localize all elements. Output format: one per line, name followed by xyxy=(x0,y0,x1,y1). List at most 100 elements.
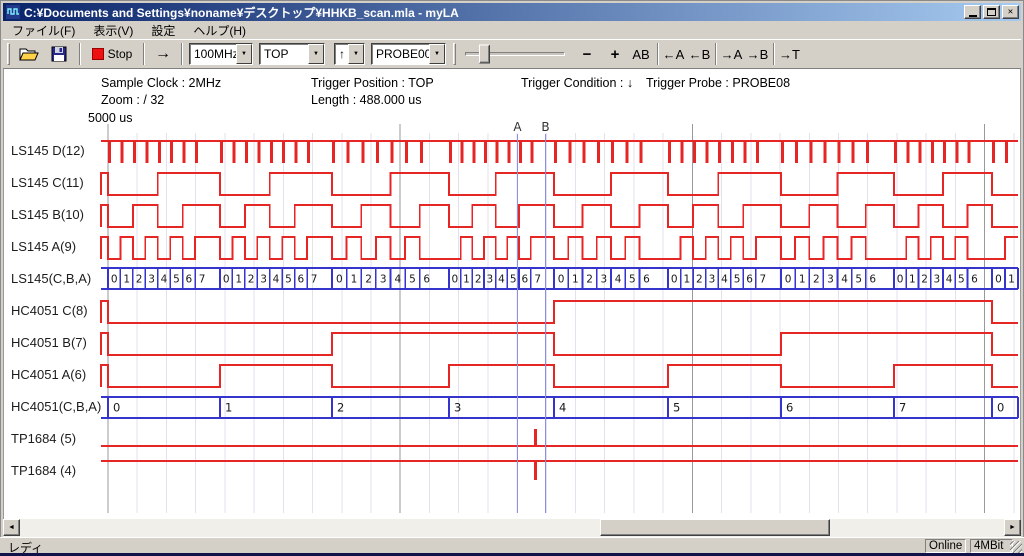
bus-value: 4 xyxy=(946,274,953,286)
goto-cursor-a-right-button[interactable]: →A xyxy=(719,42,744,66)
bus-value: 7 xyxy=(534,274,541,286)
bus-value: 4 xyxy=(559,401,566,415)
bus-value: 0 xyxy=(558,274,565,286)
toolbar-separator xyxy=(181,43,183,65)
maximize-icon xyxy=(987,8,996,16)
stop-button[interactable]: Stop xyxy=(85,42,139,66)
goto-cursor-b-right-button[interactable]: →B xyxy=(745,42,770,66)
scroll-left-button[interactable]: ◄ xyxy=(3,519,20,536)
bus-value: 3 xyxy=(601,274,608,286)
bus-value: 7 xyxy=(899,401,906,415)
bus-value: 7 xyxy=(199,274,206,286)
toolbar-separator xyxy=(79,43,81,65)
trace-bit-1 xyxy=(101,173,1018,195)
close-button[interactable]: ✕ xyxy=(1002,5,1019,19)
minimize-icon xyxy=(969,15,977,17)
trace-bit-7 xyxy=(101,365,1018,387)
bus-value: 4 xyxy=(498,274,505,286)
chevron-down-icon[interactable]: ▼ xyxy=(348,44,364,64)
resize-grip[interactable] xyxy=(1010,541,1022,553)
trace-bit-2 xyxy=(101,205,1018,227)
bus-value: 1 xyxy=(683,274,690,286)
app-icon xyxy=(6,5,20,19)
cursor-b-label: B xyxy=(541,120,549,134)
bus-value: 5 xyxy=(855,274,862,286)
scroll-left-icon: ◄ xyxy=(8,524,15,531)
ab-cursor-button[interactable]: AB xyxy=(627,42,655,66)
trigger-position-combo[interactable]: TOP ▼ xyxy=(259,43,325,65)
chevron-down-icon[interactable]: ▼ xyxy=(236,44,252,64)
bus-value: 2 xyxy=(136,274,143,286)
memory-size-badge: 4MBit xyxy=(970,539,1013,553)
floppy-disk-icon xyxy=(51,46,67,62)
bus-value: 4 xyxy=(273,274,280,286)
menu-settings[interactable]: 設定 xyxy=(142,21,184,40)
bus-value: 0 xyxy=(671,274,678,286)
bus-value: 6 xyxy=(746,274,753,286)
scroll-right-icon: ► xyxy=(1009,524,1016,531)
bus-value: 4 xyxy=(161,274,168,286)
chevron-down-icon[interactable]: ▼ xyxy=(429,44,445,64)
bus-value: 3 xyxy=(709,274,716,286)
bus-value: 3 xyxy=(260,274,267,286)
trigger-position-value: TOP xyxy=(260,44,308,64)
chevron-down-icon[interactable]: ▼ xyxy=(308,44,324,64)
zoom-slider-thumb[interactable] xyxy=(479,45,490,64)
toolbar-separator xyxy=(657,43,659,65)
probe-value: PROBE00 xyxy=(372,44,429,64)
run-button[interactable]: → xyxy=(149,42,177,66)
minimize-button[interactable] xyxy=(964,5,981,19)
bus-value: 0 xyxy=(785,274,792,286)
bus-value: 4 xyxy=(394,274,401,286)
bus-value: 0 xyxy=(223,274,230,286)
bus-value: 2 xyxy=(921,274,928,286)
bus-value: 3 xyxy=(934,274,941,286)
save-button[interactable] xyxy=(45,42,73,66)
open-file-button[interactable] xyxy=(15,42,43,66)
bus-value: 6 xyxy=(298,274,305,286)
bus-ls145: 0123456701234567012345601234567012345601… xyxy=(101,268,1018,289)
toolbar-separator xyxy=(773,43,775,65)
zoom-out-button[interactable]: − xyxy=(575,42,599,66)
title-bar[interactable]: C:¥Documents and Settings¥noname¥デスクトップ¥… xyxy=(3,3,1021,21)
bus-value: 5 xyxy=(629,274,636,286)
open-folder-icon xyxy=(19,46,39,62)
goto-cursor-a-left-button[interactable]: ←A xyxy=(661,42,686,66)
bus-value: 0 xyxy=(451,274,458,286)
bus-value: 4 xyxy=(721,274,728,286)
probe-combo[interactable]: PROBE00 ▼ xyxy=(371,43,446,65)
sample-clock-value: 100MHz xyxy=(190,44,236,64)
toolbar-grip[interactable] xyxy=(7,43,10,65)
scroll-right-button[interactable]: ► xyxy=(1004,519,1021,536)
bus-value: 5 xyxy=(734,274,741,286)
bus-value: 0 xyxy=(997,401,1004,415)
goto-trigger-button[interactable]: →T xyxy=(777,42,802,66)
bus-value: 5 xyxy=(958,274,965,286)
trigger-edge-value: ↑ xyxy=(335,44,348,64)
bus-value: 4 xyxy=(615,274,622,286)
bus-value: 2 xyxy=(586,274,593,286)
sample-clock-combo[interactable]: 100MHz ▼ xyxy=(189,43,253,65)
menu-view[interactable]: 表示(V) xyxy=(84,21,142,40)
bus-value: 6 xyxy=(643,274,650,286)
bus-value: 0 xyxy=(897,274,904,286)
menu-help[interactable]: ヘルプ(H) xyxy=(184,21,255,40)
toolbar-separator xyxy=(143,43,145,65)
bus-value: 3 xyxy=(827,274,834,286)
goto-cursor-b-left-button[interactable]: ←B xyxy=(687,42,712,66)
scrollbar-thumb[interactable] xyxy=(600,519,830,536)
bus-value: 6 xyxy=(971,274,978,286)
toolbar-grip[interactable] xyxy=(453,43,456,65)
menu-file[interactable]: ファイル(F) xyxy=(3,21,84,40)
zoom-in-button[interactable]: + xyxy=(603,42,627,66)
trigger-edge-combo[interactable]: ↑ ▼ xyxy=(334,43,365,65)
bus-value: 1 xyxy=(351,274,358,286)
horizontal-scrollbar[interactable]: ◄ ► xyxy=(3,519,1021,537)
status-bar: レディ Online 4MBit xyxy=(0,537,1024,553)
bus-value: 3 xyxy=(380,274,387,286)
waveform-canvas[interactable]: 0123456701234567012345601234567012345601… xyxy=(4,69,1022,519)
bus-value: 3 xyxy=(486,274,493,286)
bus-value: 5 xyxy=(673,401,680,415)
waveform-view: Sample Clock : 2MHz Trigger Position : T… xyxy=(3,69,1021,519)
maximize-button[interactable] xyxy=(983,5,1000,19)
